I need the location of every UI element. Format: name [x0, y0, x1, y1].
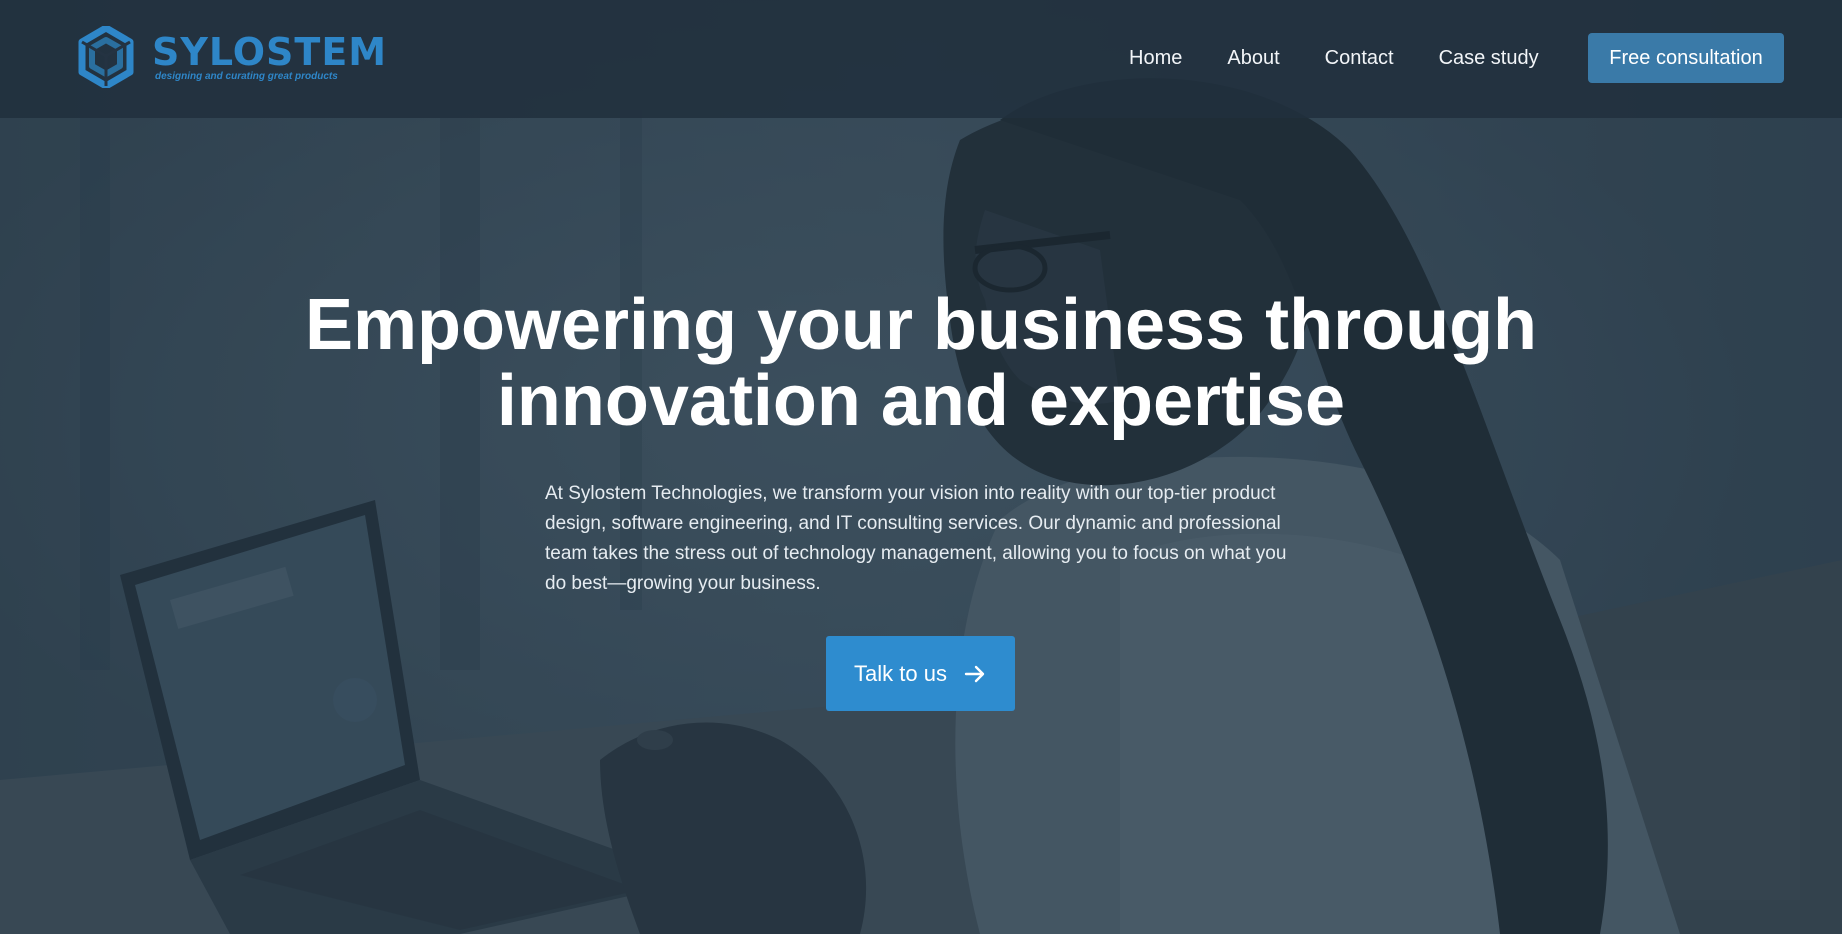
hero-description: At Sylostem Technologies, we transform y…	[545, 483, 1287, 594]
hero-headline-line-1: Empowering your business through	[304, 285, 1538, 365]
nav-link-contact[interactable]: Contact	[1325, 47, 1394, 70]
nav-link-case-study[interactable]: Case study	[1439, 47, 1539, 70]
hero-headline: Empowering your business through innovati…	[221, 287, 1621, 439]
nav-link-home[interactable]: Home	[1129, 47, 1182, 70]
arrow-right-icon	[964, 665, 985, 682]
nav-link-about[interactable]: About	[1227, 47, 1279, 70]
hero-dark-overlay	[0, 0, 1842, 934]
brand-name: SYLOSTEM	[152, 30, 388, 74]
logo-hexagon-icon	[78, 26, 134, 88]
top-navbar: SYLOSTEM designing and curating great pr…	[0, 0, 1842, 118]
free-consultation-button[interactable]: Free consultation	[1588, 33, 1784, 83]
brand-logo[interactable]: SYLOSTEM designing and curating great pr…	[78, 26, 386, 92]
main-nav: Home About Contact Case study	[1129, 42, 1584, 74]
brand-tagline: designing and curating great products	[155, 71, 338, 82]
hero-headline-line-2: innovation and expertise	[496, 361, 1346, 441]
talk-to-us-button[interactable]: Talk to us	[826, 636, 1015, 711]
talk-to-us-label: Talk to us	[854, 660, 947, 686]
hero-section: SYLOSTEM designing and curating great pr…	[0, 0, 1842, 934]
